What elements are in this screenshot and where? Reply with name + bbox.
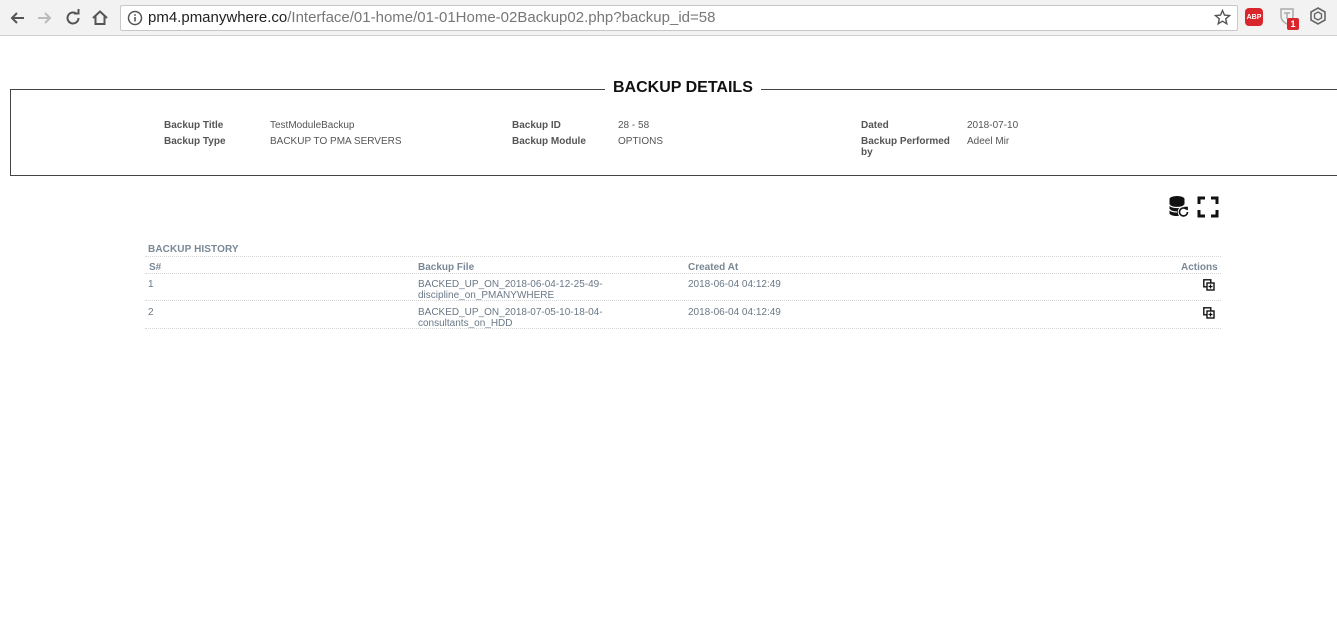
restore-backup-button[interactable]: [1168, 195, 1190, 219]
performed-by-value: Adeel Mir: [967, 136, 1010, 147]
database-restore-icon: [1168, 196, 1190, 218]
fullscreen-icon: [1197, 196, 1219, 218]
backup-type-value: BACKUP TO PMA SERVERS: [270, 136, 402, 147]
back-button[interactable]: [6, 7, 28, 29]
extension-badge: 1: [1287, 18, 1299, 30]
row-backup-file-line1: BACKED_UP_ON_2018-06-04-12-25-49-: [418, 279, 603, 290]
url-path: /Interface/01-home/01-01Home-02Backup02.…: [287, 9, 716, 26]
back-arrow-icon: [10, 12, 24, 24]
column-header-actions: Actions: [1181, 262, 1218, 273]
vpn-extension-icon[interactable]: [1309, 7, 1327, 30]
reload-button[interactable]: [62, 7, 84, 29]
star-icon[interactable]: [1213, 8, 1232, 31]
backup-module-value: OPTIONS: [618, 136, 664, 147]
address-bar[interactable]: pm4.pmanywhere.co/Interface/01-home/01-0…: [120, 5, 1238, 31]
url-text[interactable]: pm4.pmanywhere.co/Interface/01-home/01-0…: [148, 9, 715, 27]
fullscreen-button[interactable]: [1197, 195, 1219, 219]
reload-icon: [66, 9, 80, 25]
dated-label: Dated: [861, 120, 889, 131]
backup-title-value: TestModuleBackup: [270, 120, 355, 131]
row-sn: 2: [148, 307, 154, 318]
backup-module-label: Backup Module: [512, 136, 586, 147]
row-created-at: 2018-06-04 04:12:49: [688, 279, 781, 290]
adblock-extension-icon[interactable]: ABP: [1245, 8, 1263, 26]
row-sn: 1: [148, 279, 154, 290]
performed-by-label: Backup Performed by: [861, 136, 950, 158]
copy-icon: [1203, 279, 1215, 291]
column-header-sn: S#: [149, 262, 162, 273]
history-divider: [145, 256, 1221, 257]
copy-icon: [1203, 307, 1215, 319]
row-divider: [145, 328, 1221, 329]
backup-details-title: BACKUP DETAILS: [605, 77, 761, 99]
forward-arrow-icon: [38, 12, 52, 24]
browser-toolbar: pm4.pmanywhere.co/Interface/01-home/01-0…: [0, 0, 1337, 36]
copy-backup-button[interactable]: [1203, 278, 1215, 291]
home-button[interactable]: [89, 7, 111, 29]
home-icon: [92, 10, 108, 25]
row-divider: [145, 300, 1221, 301]
row-created-at: 2018-06-04 04:12:49: [688, 307, 781, 318]
dated-value: 2018-07-10: [967, 120, 1019, 131]
backup-id-label: Backup ID: [512, 120, 561, 131]
backup-history-title: BACKUP HISTORY: [148, 244, 239, 255]
info-icon[interactable]: [127, 10, 143, 31]
header-divider: [145, 273, 1221, 274]
forward-button[interactable]: [34, 7, 56, 29]
backup-type-label: Backup Type: [164, 136, 226, 147]
row-backup-file-line1: BACKED_UP_ON_2018-07-05-10-18-04-: [418, 307, 603, 318]
backup-id-value: 28 - 58: [618, 120, 650, 131]
copy-backup-button[interactable]: [1203, 306, 1215, 319]
url-host: pm4.pmanywhere.co: [148, 9, 288, 26]
backup-details-panel: [10, 89, 1337, 176]
column-header-created-at: Created At: [688, 262, 739, 273]
column-header-backup-file: Backup File: [418, 262, 475, 273]
backup-title-label: Backup Title: [164, 120, 224, 131]
